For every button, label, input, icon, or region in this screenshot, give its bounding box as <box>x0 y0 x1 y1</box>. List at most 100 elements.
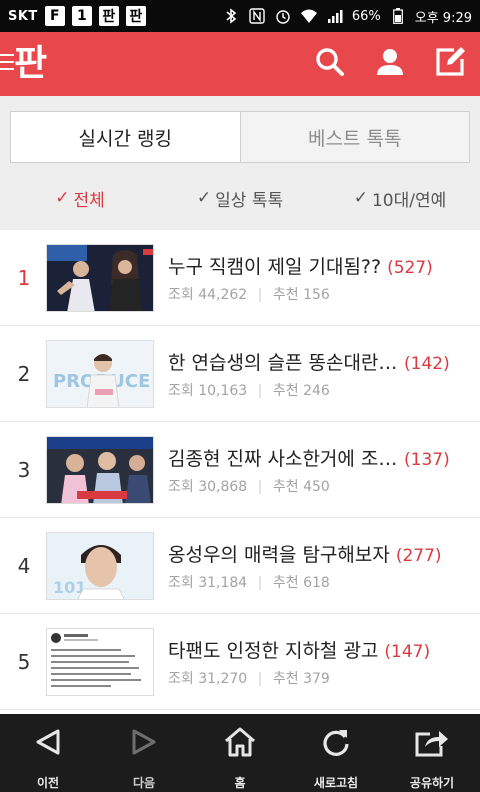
profile-button[interactable] <box>370 44 410 84</box>
post-title: 김종현 진짜 사소한거에 조카… <box>168 448 398 470</box>
write-post-button[interactable] <box>430 44 470 84</box>
post-thumbnail: 101 <box>46 532 154 600</box>
likes-count: 618 <box>303 575 330 591</box>
rank-number: 4 <box>17 554 31 578</box>
post-stats: 조회 31,184 | 추천 618 <box>168 572 330 592</box>
post-thumbnail <box>46 436 154 504</box>
views-label: 조회 <box>168 287 194 303</box>
battery-percent: 66% <box>351 8 381 24</box>
views-label: 조회 <box>168 671 194 687</box>
rank-number: 1 <box>17 266 31 290</box>
filter-label: 전체 <box>73 190 105 211</box>
rank-number: 3 <box>17 458 31 482</box>
list-item[interactable]: 1 누구 직캠이 제일 기대됨?? (527) 조회 44,262 | 추천 1… <box>0 230 480 326</box>
views-count: 30,868 <box>198 479 248 495</box>
nfc-icon <box>248 7 266 25</box>
post-stats: 조회 31,270 | 추천 379 <box>168 668 330 688</box>
list-item[interactable]: 3 김종현 진짜 사소한거에 조카… (137) 조회 30,868 | 추천 <box>0 422 480 518</box>
forward-icon <box>126 724 162 760</box>
divider: | <box>257 383 263 399</box>
likes-count: 246 <box>303 383 330 399</box>
divider: | <box>257 287 263 303</box>
tab-best-talk[interactable]: 베스트 톡톡 <box>241 112 470 162</box>
search-icon <box>315 47 345 81</box>
filter-label: 일상 톡톡 <box>215 190 284 211</box>
pann-notification-icon: 판 <box>125 6 146 26</box>
post-title: 한 연습생의 슬픈 똥손대란.... <box>168 352 398 374</box>
post-stats: 조회 44,262 | 추천 156 <box>168 284 330 304</box>
facebook-notification-icon: F <box>44 6 65 26</box>
app-notification-icon: 1 <box>71 6 92 26</box>
views-count: 10,163 <box>198 383 248 399</box>
comment-count: (137) <box>404 450 450 470</box>
views-count: 44,262 <box>198 287 248 303</box>
divider: | <box>257 479 263 495</box>
likes-label: 추천 <box>272 479 299 495</box>
category-filters: ✓ 전체 ✓ 일상 톡톡 ✓ 10대/연예 <box>0 180 480 216</box>
comment-count: (147) <box>384 642 431 662</box>
search-button[interactable] <box>310 44 350 84</box>
user-icon <box>375 47 405 81</box>
browser-nav-bar: 이전 다음 홈 새로고침 공유하기 <box>0 714 480 792</box>
post-thumbnail <box>46 244 154 312</box>
pann-logo[interactable]: 판 <box>14 40 47 88</box>
alarm-icon <box>274 7 292 25</box>
bluetooth-icon <box>222 7 240 25</box>
home-button[interactable]: 홈 <box>192 714 288 792</box>
filter-label: 10대/연예 <box>371 190 447 211</box>
back-button[interactable]: 이전 <box>0 714 96 792</box>
filter-daily-talk[interactable]: ✓ 일상 톡톡 <box>160 180 320 216</box>
rank-number: 2 <box>17 362 31 386</box>
share-icon <box>414 724 450 760</box>
tab-realtime-ranking[interactable]: 실시간 랭킹 <box>11 112 241 162</box>
list-item[interactable]: 4 101 옹성우의 매력을 탐구해보자 (277) 조회 31,184 | 추… <box>0 518 480 614</box>
check-icon: ✓ <box>353 188 368 208</box>
nav-label: 홈 <box>234 776 246 790</box>
status-bar: SKT F 1 판 판 66% 오후 9:29 <box>0 0 480 32</box>
post-thumbnail <box>46 628 154 696</box>
comment-count: (527) <box>387 258 433 278</box>
likes-count: 450 <box>303 479 330 495</box>
comment-count: (277) <box>395 546 442 566</box>
pann-notification-icon: 판 <box>98 6 119 26</box>
app-header: 판 <box>0 32 480 96</box>
back-icon <box>30 724 66 760</box>
filter-teens-entertainment[interactable]: ✓ 10대/연예 <box>320 180 480 216</box>
share-button[interactable]: 공유하기 <box>384 714 480 792</box>
edit-icon <box>434 46 466 82</box>
check-icon: ✓ <box>55 188 70 208</box>
nav-label: 공유하기 <box>409 776 455 790</box>
post-stats: 조회 30,868 | 추천 450 <box>168 476 330 496</box>
refresh-button[interactable]: 새로고침 <box>288 714 384 792</box>
views-count: 31,184 <box>198 575 248 591</box>
check-icon: ✓ <box>196 188 212 208</box>
likes-label: 추천 <box>272 287 299 303</box>
menu-icon[interactable] <box>0 54 14 75</box>
carrier-label: SKT <box>8 8 38 24</box>
post-title: 타팬도 인정한 지하철 광고 <box>168 640 379 662</box>
refresh-icon <box>318 724 354 760</box>
views-label: 조회 <box>168 383 194 399</box>
clock: 오후 9:29 <box>414 10 472 26</box>
filter-all[interactable]: ✓ 전체 <box>0 180 160 216</box>
likes-count: 156 <box>303 287 330 303</box>
list-item[interactable]: 5 타팬도 인정한 지하철 광고 (147) 조회 31,270 | 추천 37… <box>0 614 480 710</box>
views-count: 31,270 <box>198 671 248 687</box>
post-stats: 조회 10,163 | 추천 246 <box>168 380 330 400</box>
likes-label: 추천 <box>272 575 299 591</box>
list-item[interactable]: 2 PRODUCE 한 연습생의 슬픈 똥손대란.... (142) 조회 10… <box>0 326 480 422</box>
home-icon <box>222 724 258 760</box>
views-label: 조회 <box>168 575 194 591</box>
tab-bar: 실시간 랭킹 베스트 톡톡 <box>10 111 470 163</box>
ranking-list: 1 누구 직캠이 제일 기대됨?? (527) 조회 44,262 | 추천 1… <box>0 230 480 710</box>
likes-label: 추천 <box>272 383 299 399</box>
post-thumbnail: PRODUCE <box>46 340 154 408</box>
forward-button[interactable]: 다음 <box>96 714 192 792</box>
likes-count: 379 <box>303 671 330 687</box>
rank-number: 5 <box>17 650 31 674</box>
divider: | <box>257 575 263 591</box>
nav-label: 다음 <box>132 776 156 790</box>
battery-icon <box>389 7 407 25</box>
likes-label: 추천 <box>272 671 299 687</box>
signal-icon <box>326 7 344 25</box>
